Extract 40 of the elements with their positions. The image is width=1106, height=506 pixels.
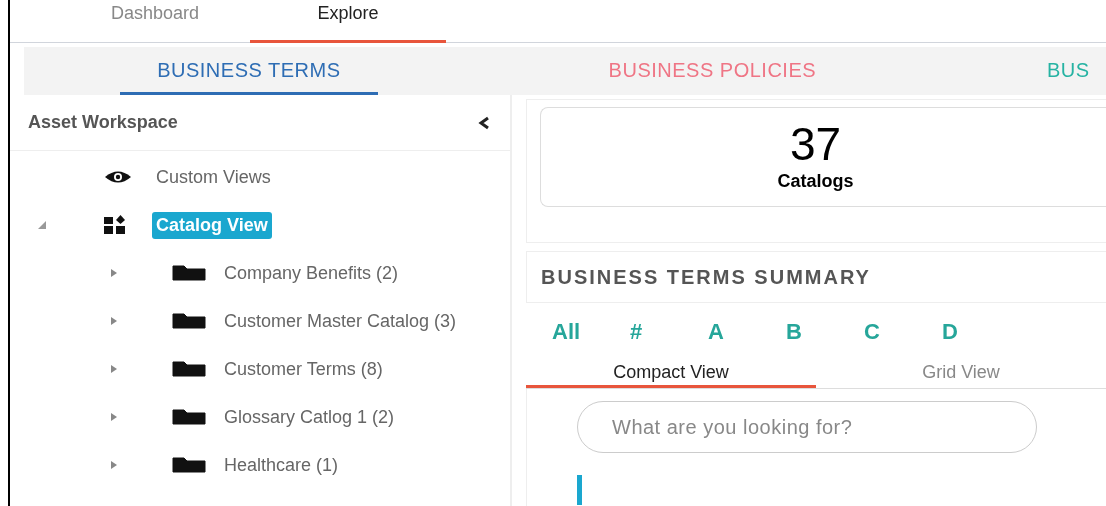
stat-value: 37: [789, 120, 842, 168]
tree-item[interactable]: Customer Master Catalog (3): [224, 307, 457, 335]
expand-arrow-icon[interactable]: [110, 364, 118, 374]
letter-filter[interactable]: A: [708, 314, 786, 348]
section-tab[interactable]: BUS: [1047, 47, 1106, 95]
tree-item[interactable]: Custom Views: [156, 163, 271, 191]
expand-arrow-icon[interactable]: [110, 268, 118, 278]
tree-item[interactable]: Glossary Catlog 1 (2): [224, 403, 395, 431]
stat-label: Catalogs: [777, 170, 854, 193]
eye-icon: [104, 170, 132, 184]
tree-item[interactable]: Customer Terms (8): [224, 355, 383, 383]
letter-filter[interactable]: D: [942, 314, 1020, 348]
nav-tab[interactable]: Explore: [250, 0, 446, 43]
letter-filter[interactable]: B: [786, 314, 864, 348]
folder-icon: [172, 313, 206, 329]
list-item-marker: [577, 475, 582, 505]
widgets-icon: [104, 215, 126, 235]
letter-filter[interactable]: #: [630, 314, 708, 348]
letter-filter[interactable]: C: [864, 314, 942, 348]
folder-icon: [172, 409, 206, 425]
section-tab[interactable]: BUSINESS POLICIES: [569, 47, 855, 95]
section-tab[interactable]: BUSINESS TERMS: [120, 47, 378, 95]
collapse-icon[interactable]: [478, 115, 490, 130]
tree-item[interactable]: Healthcare (1): [224, 451, 339, 479]
tree-item[interactable]: Catalog View: [152, 211, 272, 239]
expand-arrow-icon[interactable]: [110, 412, 118, 422]
view-tab[interactable]: Grid View: [816, 359, 1106, 388]
expand-arrow-icon[interactable]: [110, 316, 118, 326]
letter-filter[interactable]: All: [552, 314, 630, 348]
folder-icon: [172, 361, 206, 377]
view-tab[interactable]: Compact View: [526, 359, 816, 388]
expand-arrow-icon[interactable]: [110, 460, 118, 470]
expanded-arrow-icon[interactable]: [37, 220, 47, 230]
nav-tab[interactable]: Dashboard: [60, 0, 250, 43]
summary-title: BUSINESS TERMS SUMMARY: [541, 265, 871, 290]
folder-icon: [172, 457, 206, 473]
tree-item[interactable]: Company Benefits (2): [224, 259, 399, 287]
folder-icon: [172, 265, 206, 281]
search-field[interactable]: What are you looking for?: [577, 401, 1037, 453]
panel-title: Asset Workspace: [28, 111, 178, 134]
